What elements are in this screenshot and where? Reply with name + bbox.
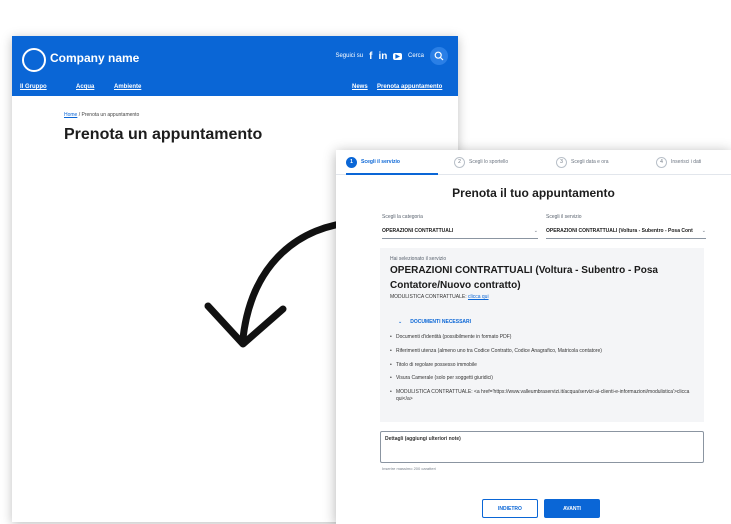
nav-item-acqua[interactable]: Acqua — [76, 84, 94, 90]
notes-hint: Inserire massimo 200 caratteri — [382, 466, 436, 471]
modulistica-link[interactable]: clicca qui — [468, 294, 489, 300]
chevron-down-icon: ⌄ — [398, 319, 403, 325]
list-item: Documenti d'identità (possibilmente in f… — [390, 334, 690, 341]
step-number: 2 — [454, 156, 465, 168]
site-header: Company name Seguici su f in ▶ Cerca Il … — [12, 36, 458, 96]
follow-label: Seguici su — [335, 53, 364, 59]
booking-title: Prenota il tuo appuntamento — [452, 186, 615, 200]
search-label[interactable]: Cerca — [408, 53, 424, 59]
documents-toggle[interactable]: ⌄ DOCUMENTI NECESSARI — [398, 319, 471, 325]
step-label: Scegli il servizio — [361, 159, 400, 165]
step-scegli-servizio[interactable]: 1 Scegli il servizio — [346, 150, 438, 175]
step-label: Scegli data e ora — [571, 159, 609, 165]
service-detail-panel: Hai selezionato il servizio OPERAZIONI C… — [380, 248, 704, 422]
service-label: Scegli il servizio — [546, 214, 582, 220]
step-inserisci-dati[interactable]: 4 Inserisci i dati — [656, 150, 701, 174]
modulistica-label: MODULISTICA CONTRATTUALE: — [390, 294, 467, 300]
step-label: Inserisci i dati — [671, 159, 702, 165]
nav-item-prenota[interactable]: Prenota appuntamento — [377, 84, 442, 90]
category-value: OPERAZIONI CONTRATTUALI — [382, 228, 454, 234]
step-scegli-data[interactable]: 3 Scegli data e ora — [556, 150, 609, 174]
list-item: MODULISTICA CONTRATTUALE: <a href='https… — [390, 389, 690, 403]
youtube-icon[interactable]: ▶ — [393, 52, 402, 60]
list-item: Visura Camerale (solo per soggetti giuri… — [390, 375, 690, 382]
category-label: Scegli la categoria — [382, 214, 423, 220]
documents-toggle-label: DOCUMENTI NECESSARI — [410, 319, 472, 325]
search-icon[interactable] — [430, 47, 448, 65]
step-number: 4 — [656, 156, 667, 168]
back-button[interactable]: INDIETRO — [482, 499, 538, 518]
modulistica-line: MODULISTICA CONTRATTUALE: clicca qui — [390, 294, 489, 300]
breadcrumb-home[interactable]: Home — [64, 112, 77, 118]
breadcrumb-separator: / — [78, 112, 81, 118]
nav-item-gruppo[interactable]: Il Gruppo — [20, 84, 47, 90]
facebook-icon[interactable]: f — [369, 51, 372, 62]
category-select[interactable]: OPERAZIONI CONTRATTUALI ⌄ — [382, 224, 538, 239]
documents-list: Documenti d'identità (possibilmente in f… — [390, 334, 690, 410]
step-label: Scegli lo sportello — [469, 159, 509, 165]
nav-item-news[interactable]: News — [352, 84, 368, 90]
chevron-down-icon: ⌄ — [533, 228, 538, 234]
next-button[interactable]: AVANTI — [544, 499, 600, 518]
list-item: Titolo di regolare possesso immobile — [390, 362, 690, 369]
step-number: 1 — [346, 156, 357, 168]
service-value: OPERAZIONI CONTRATTUALI (Voltura - Suben… — [546, 228, 693, 234]
service-select[interactable]: OPERAZIONI CONTRATTUALI (Voltura - Suben… — [546, 224, 706, 239]
booking-window: 1 Scegli il servizio 2 Scegli lo sportel… — [336, 150, 731, 524]
step-scegli-sportello[interactable]: 2 Scegli lo sportello — [454, 150, 508, 174]
notes-textarea[interactable]: Dettagli (aggiungi ulteriori note) — [380, 431, 704, 463]
breadcrumb-current: Prenota un appuntamento — [81, 112, 140, 118]
logo-circle-icon[interactable] — [22, 48, 46, 72]
stepper: 1 Scegli il servizio 2 Scegli lo sportel… — [336, 150, 731, 175]
selected-service-label: Hai selezionato il servizio — [390, 256, 447, 262]
linkedin-icon[interactable]: in — [378, 51, 387, 62]
notes-label: Dettagli (aggiungi ulteriori note) — [385, 436, 461, 442]
selected-service-title: OPERAZIONI CONTRATTUALI (Voltura - Suben… — [390, 265, 658, 291]
list-item: Riferimenti utenza (almeno uno tra Codic… — [390, 348, 690, 355]
breadcrumb: Home / Prenota un appuntamento — [64, 112, 139, 118]
chevron-down-icon: ⌄ — [701, 228, 706, 234]
nav-item-ambiente[interactable]: Ambiente — [114, 84, 141, 90]
company-name[interactable]: Company name — [50, 51, 139, 65]
social-bar: Seguici su f in ▶ Cerca — [335, 47, 448, 65]
page-title: Prenota un appuntamento — [64, 126, 263, 143]
step-number: 3 — [556, 156, 567, 168]
